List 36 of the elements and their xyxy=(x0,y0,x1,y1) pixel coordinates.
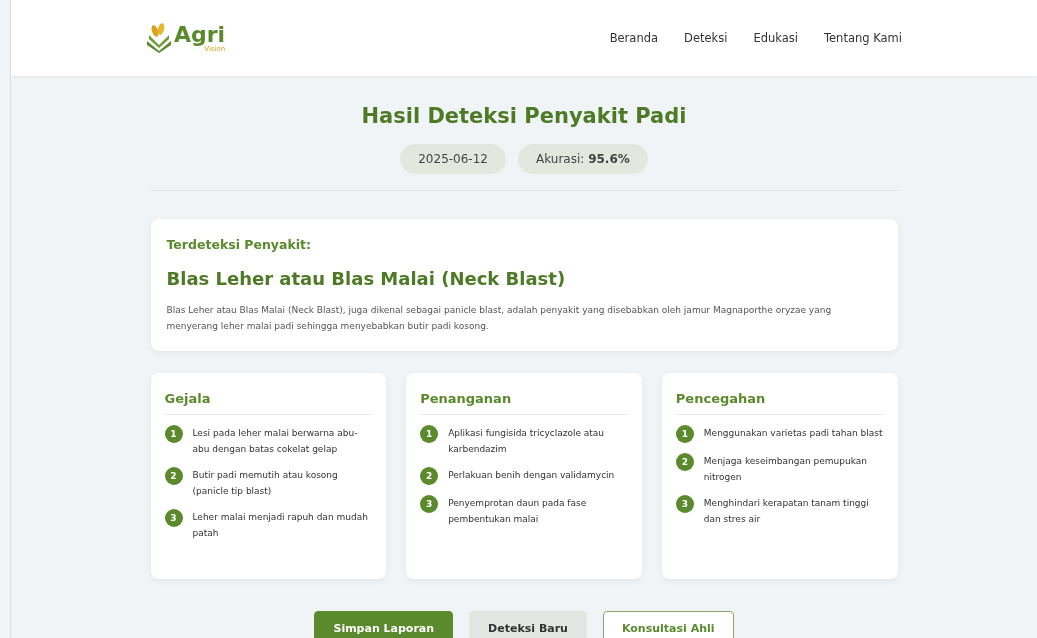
action-button[interactable]: Deteksi Baru xyxy=(469,610,587,638)
page-title: Hasil Deteksi Penyakit Padi xyxy=(361,104,687,128)
disease-description: Blas Leher atau Blas Malai (Neck Blast), juga dikenal sebagai panicle blast, adalah penyakit yang disebabkan oleh jamur Magnaporthe oryzae yang menyerang leher malai padi sehingga menyebabkan butir padi kosong. xyxy=(166,304,833,333)
list-text: Menggunakan varietas padi tahan blast xyxy=(703,426,883,440)
number-badge: 3 xyxy=(164,509,183,528)
number-badge: 1 xyxy=(420,424,439,443)
number-badge: 2 xyxy=(420,466,439,485)
number-badge: 1 xyxy=(164,424,183,443)
list-text: Butir padi memutih atau kosong (panicle tip blast) xyxy=(192,468,339,499)
list-text: Penyemprotan daun pada fase pembentukan malai xyxy=(448,496,588,527)
disease-name: Blas Leher atau Blas Malai (Neck Blast) xyxy=(166,268,566,289)
number-badge: 3 xyxy=(420,494,439,513)
card-title: Pencegahan xyxy=(675,390,884,415)
list-text: Menjaga keseimbangan pemupukan nitrogen xyxy=(703,454,868,484)
action-button[interactable]: Konsultasi Ahli xyxy=(602,610,734,638)
brand-name: Agri xyxy=(174,23,226,46)
number-badge: 2 xyxy=(675,452,694,471)
number-badge: 1 xyxy=(675,424,694,443)
nav-link[interactable]: Beranda xyxy=(609,31,659,45)
list-text: Leher malai menjadi rapuh dan mudah patah xyxy=(192,511,369,541)
list-text: Perlakuan benih dengan validamycin xyxy=(448,468,615,482)
card-title: Gejala xyxy=(164,390,373,415)
nav-link[interactable]: Tentang Kami xyxy=(823,31,902,45)
list-text: Aplikasi fungisida tricyclazole atau karbendazim xyxy=(448,426,606,456)
logo-icon xyxy=(146,23,172,53)
nav-link[interactable]: Deteksi xyxy=(684,31,728,45)
card-title: Penanganan xyxy=(420,390,628,415)
number-badge: 2 xyxy=(164,466,183,485)
date-pill: 2025-06-12 xyxy=(400,144,506,174)
number-badge: 3 xyxy=(675,494,694,513)
action-button[interactable]: Simpan Laporan xyxy=(314,610,454,638)
list-text: Menghindari kerapatan tanam tinggi dan stres air xyxy=(703,496,870,527)
nav-link[interactable]: Edukasi xyxy=(753,31,798,45)
list-text: Lesi pada leher malai berwarna abu-abu dengan batas cokelat gelap xyxy=(192,426,359,456)
detection-label: Terdeteksi Penyakit: xyxy=(166,237,311,252)
accuracy-pill: Akurasi: 95.6% xyxy=(518,144,648,174)
